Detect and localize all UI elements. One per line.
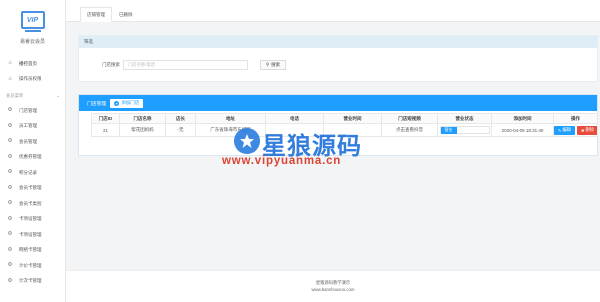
- sidebar-item-network-cards[interactable]: ⚙ 网络卡管理: [0, 243, 65, 259]
- footer-url[interactable]: www.banshousoo.com: [66, 286, 600, 293]
- store-search-label: 门店搜索: [102, 62, 120, 67]
- status-toggle[interactable]: 营业: [439, 126, 490, 134]
- gear-icon: ⚙: [7, 184, 13, 191]
- table-header-row: 门店ID 门店名称 店长 地址 电话 营业时间 门店短视频 营业状态 添加时间 …: [91, 113, 598, 124]
- sidebar-item-staff[interactable]: ⚙ 员工管理: [0, 119, 65, 135]
- sidebar-item-member-cards[interactable]: ⚙ 会员卡管理: [0, 181, 65, 197]
- column-header[interactable]: 门店短视频: [381, 113, 438, 124]
- watermark-url: www.vipyuanma.cn: [222, 155, 342, 167]
- app-name: 易睿云会员: [19, 39, 45, 45]
- sidebar-item-points[interactable]: ⚙ 积分记录: [0, 165, 65, 181]
- chevron-down-icon: ⌄: [56, 93, 60, 98]
- sidebar-item-label: 会员卡类别: [19, 200, 42, 206]
- cell-status: 营业: [437, 123, 492, 137]
- logo-text: VIP: [26, 16, 39, 24]
- gear-icon: ⚙: [7, 169, 13, 175]
- status-badge: 营业: [440, 126, 457, 134]
- column-header[interactable]: 营业状态: [437, 113, 492, 124]
- edit-button[interactable]: ✎ 编辑: [554, 125, 575, 135]
- sidebar-item-label: 门店管理: [19, 107, 37, 113]
- sidebar: VIP 易睿云会员 ⌂ 播控首页 ⌂ 操作员权限 会员菜单 ⌄ ⚙ 门店管理 ⚙ 员…: [0, 0, 66, 302]
- tab-bar: 店铺管理 已删除: [66, 0, 600, 22]
- sidebar-item-label: 计价卡管理: [19, 262, 42, 268]
- list-header: 门店管理 + 添加门店: [79, 95, 597, 111]
- cell-actions: ✎ 编辑 ✖ 删除: [553, 123, 598, 137]
- add-store-label: 添加门店: [121, 100, 140, 105]
- footer-caption: 星猿源码教学演示: [315, 280, 351, 285]
- search-button[interactable]: ⚲ 搜索: [260, 60, 286, 70]
- gear-icon: ⚙: [7, 153, 13, 160]
- column-header[interactable]: 营业时间: [323, 113, 382, 124]
- watermark-logo-icon: [234, 128, 260, 154]
- sidebar-item-coupons[interactable]: ⚙ 优惠券管理: [0, 150, 65, 166]
- cell-manager: -无: [165, 123, 196, 137]
- sidebar-item-stores[interactable]: ⚙ 门店管理: [0, 103, 65, 119]
- cell-video-link[interactable]: 点击查看抖音: [381, 123, 438, 137]
- column-header[interactable]: 电话: [265, 113, 324, 124]
- gear-icon: ⚙: [7, 138, 13, 144]
- sidebar-item-label: 会员管理: [19, 138, 37, 144]
- column-header[interactable]: 添加时间: [491, 113, 554, 124]
- search-button-label: 搜索: [271, 62, 281, 67]
- edit-icon: ✎: [558, 127, 562, 133]
- gear-icon: ⚙: [7, 122, 13, 129]
- cell-store-name: 帮花团妈妈: [119, 123, 166, 137]
- sidebar-item-label: 操作员权限: [19, 76, 42, 82]
- sidebar-section-member-menu[interactable]: 会员菜单 ⌄: [0, 89, 65, 103]
- cell-store-id: 21: [91, 123, 120, 137]
- sidebar-item-label: 优惠券管理: [19, 154, 42, 160]
- gear-icon: ⚙: [7, 107, 13, 113]
- sidebar-item-label: 计次卡管理: [19, 278, 42, 284]
- filter-header: 筛选: [79, 36, 597, 48]
- column-header[interactable]: 操作: [553, 113, 598, 124]
- tab-deleted[interactable]: 已删除: [112, 7, 140, 22]
- home-icon: ⌂: [8, 60, 12, 66]
- sidebar-item-operators[interactable]: ⌂ 操作员权限: [0, 72, 65, 88]
- gear-icon: ⚙: [7, 277, 13, 284]
- gear-icon: ⚙: [7, 262, 13, 268]
- delete-button[interactable]: ✖ 删除: [576, 125, 597, 135]
- sidebar-item-members[interactable]: ⚙ 会员管理: [0, 134, 65, 150]
- column-header[interactable]: 地址: [195, 113, 266, 124]
- sidebar-item-count-cards[interactable]: ⚙ 计次卡管理: [0, 274, 65, 290]
- list-title: 门店管理: [87, 101, 107, 107]
- plus-icon: +: [114, 100, 120, 106]
- sidebar-item-card-items-2[interactable]: ⚙ 卡项设管理: [0, 227, 65, 243]
- sidebar-item-label: 播控首页: [19, 60, 37, 66]
- logo-area: VIP 易睿云会员: [0, 0, 65, 56]
- sidebar-item-label: 积分记录: [19, 169, 37, 175]
- sidebar-item-card-items[interactable]: ⚙ 卡项设管理: [0, 212, 65, 228]
- gear-icon: ⚙: [7, 215, 13, 222]
- page-footer: 星猿源码教学演示 www.banshousoo.com: [66, 270, 600, 302]
- column-header[interactable]: 门店名称: [119, 113, 166, 124]
- sidebar-item-label: 卡项设管理: [19, 216, 42, 222]
- gear-icon: ⚙: [7, 231, 13, 237]
- cell-added-time: 2020-04-09 18:31:40: [491, 123, 554, 137]
- sidebar-item-dashboard[interactable]: ⌂ 播控首页: [0, 56, 65, 72]
- gear-icon: ⚙: [7, 200, 13, 206]
- sidebar-item-value-cards[interactable]: ⚙ 计价卡管理: [0, 258, 65, 274]
- tab-store-management[interactable]: 店铺管理: [80, 7, 112, 22]
- sidebar-section-label: 会员菜单: [6, 93, 24, 98]
- column-header[interactable]: 店长: [165, 113, 196, 124]
- column-header[interactable]: 门店ID: [91, 113, 120, 124]
- add-store-button[interactable]: + 添加门店: [110, 98, 144, 108]
- store-search-input[interactable]: 门店名称/电话: [123, 60, 248, 70]
- gear-icon: ⚙: [7, 246, 13, 253]
- close-icon: ✖: [580, 127, 585, 133]
- sidebar-item-label: 会员卡管理: [19, 185, 42, 191]
- sidebar-item-label: 网络卡管理: [19, 247, 42, 253]
- home-icon: ⌂: [8, 75, 12, 82]
- sidebar-item-card-types[interactable]: ⚙ 会员卡类别: [0, 196, 65, 212]
- sidebar-item-label: 卡项设管理: [19, 231, 42, 237]
- filter-panel: 筛选 门店搜索 门店名称/电话 ⚲ 搜索: [78, 35, 598, 82]
- vip-logo: VIP: [20, 11, 45, 32]
- search-icon: ⚲: [265, 62, 270, 67]
- sidebar-item-label: 员工管理: [19, 123, 37, 129]
